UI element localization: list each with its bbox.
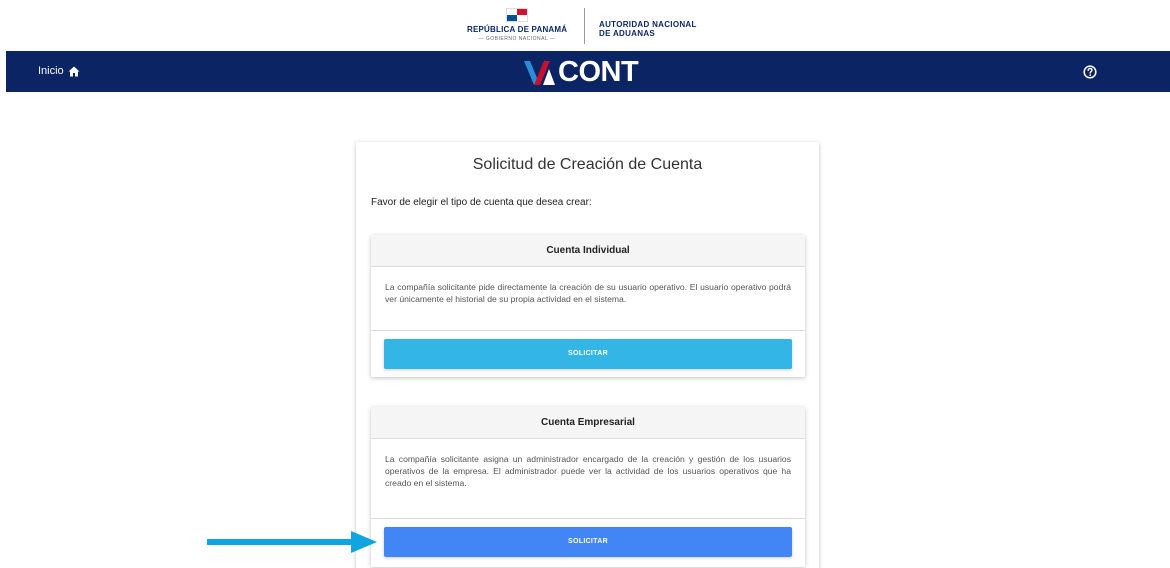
request-business-button[interactable]: SOLICITAR <box>384 527 792 557</box>
banner-divider <box>584 8 585 44</box>
request-individual-button[interactable]: SOLICITAR <box>384 339 792 369</box>
home-link[interactable]: Inicio <box>38 65 80 77</box>
gov-name: REPÚBLICA DE PANAMÁ <box>467 25 568 34</box>
home-link-label: Inicio <box>38 65 64 77</box>
option-description: La compañía solicitante asigna un admini… <box>371 439 805 519</box>
top-navbar: Inicio CONT <box>6 51 1170 92</box>
help-circle-icon[interactable] <box>1083 65 1097 79</box>
government-banner: REPÚBLICA DE PANAMÁ — GOBIERNO NACIONAL … <box>0 0 1170 51</box>
aduanas-line-2: DE ADUANAS <box>599 29 656 38</box>
logo-text: CONT <box>558 55 639 88</box>
intro-text: Favor de elegir el tipo de cuenta que de… <box>371 197 592 208</box>
vacont-logo[interactable]: CONT <box>521 55 639 89</box>
option-business-account: Cuenta Empresarial La compañía solicitan… <box>371 407 805 567</box>
page-title: Solicitud de Creación de Cuenta <box>472 156 703 173</box>
panama-flag-icon <box>506 8 528 22</box>
option-description: La compañía solicitante pide directament… <box>371 267 805 331</box>
gov-subtitle: — GOBIERNO NACIONAL — <box>478 36 556 42</box>
aduanas-line-1: AUTORIDAD NACIONAL <box>599 20 697 29</box>
option-individual-account: Cuenta Individual La compañía solicitant… <box>371 235 805 377</box>
pointer-arrow-annotation <box>207 531 377 553</box>
aduanas-name: AUTORIDAD NACIONAL DE ADUANAS <box>599 20 697 38</box>
option-title: Cuenta Empresarial <box>371 407 805 439</box>
account-request-card: Solicitud de Creación de Cuenta Favor de… <box>356 142 819 568</box>
home-icon <box>68 66 80 76</box>
option-title: Cuenta Individual <box>371 235 805 267</box>
republica-panama-logo: REPÚBLICA DE PANAMÁ — GOBIERNO NACIONAL … <box>467 8 567 42</box>
vacont-v-icon <box>524 61 555 85</box>
